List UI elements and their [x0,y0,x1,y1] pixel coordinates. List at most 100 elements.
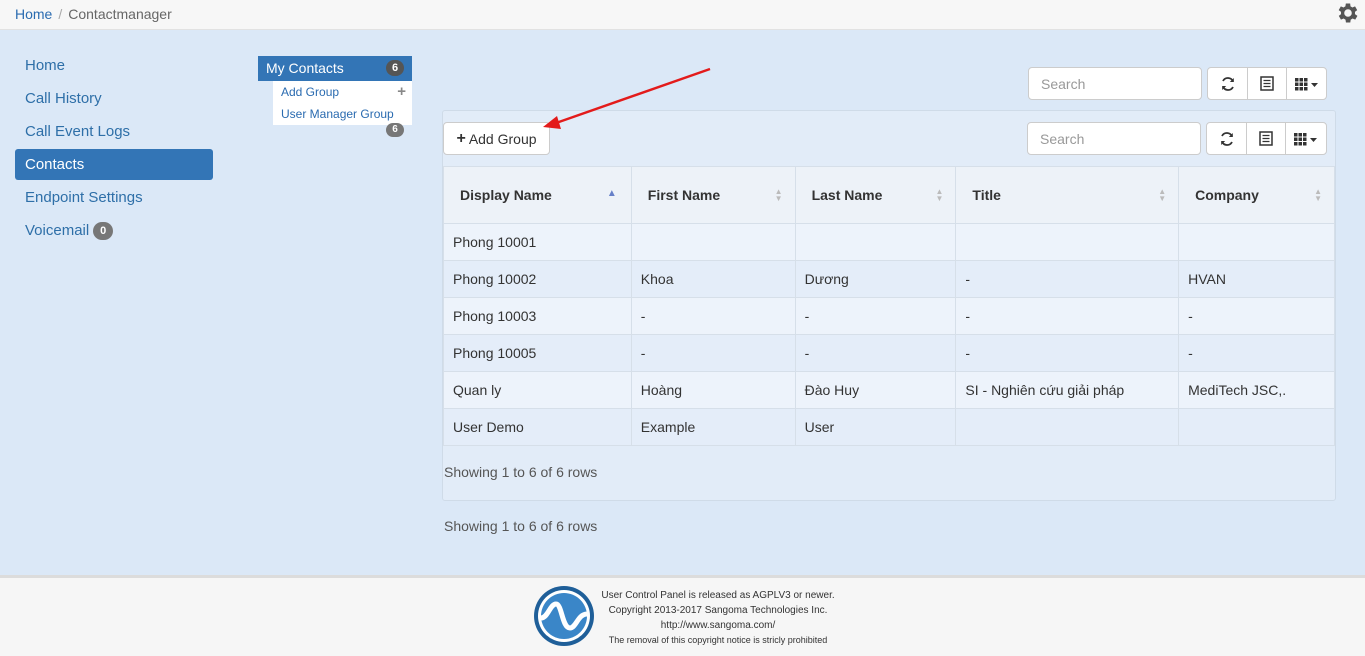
breadcrumb: Home / Contactmanager [15,6,172,22]
table-row[interactable]: Quan ly Hoàng Đào Huy SI - Nghiên cứu giải … [443,371,1335,409]
top-bar: Home / Contactmanager [0,0,1365,30]
cell-last-name: - [794,297,957,335]
cell-first-name: Example [630,408,796,446]
sort-icon: ▲ ▼ [935,187,944,203]
sort-ascending-icon: ▲ [606,188,617,199]
contact-groups-panel: My Contacts 6 Add Group + User Manager Gr… [258,56,412,137]
footer-copyright: User Control Panel is released as AGPLV3… [600,588,836,648]
columns-dropdown-button[interactable] [1285,122,1327,155]
cell-first-name: - [630,334,796,372]
sidebar-item-contacts[interactable]: Contacts [15,149,213,180]
plus-icon: + [456,129,466,147]
search-input[interactable] [1027,122,1201,155]
sidebar-item-call-event-logs[interactable]: Call Event Logs [15,116,213,147]
add-group-link[interactable]: Add Group + [273,81,412,103]
cell-last-name [794,223,957,261]
cell-last-name: Đào Huy [794,371,957,409]
table-row[interactable]: Phong 10001 [443,223,1335,261]
search-input-top[interactable] [1028,67,1202,100]
group-user-manager[interactable]: User Manager Group [273,103,412,125]
columns-grid-icon [1294,77,1318,90]
footer-link-website[interactable]: http://www.sangoma.com/ [600,618,836,633]
toggle-view-button[interactable] [1247,67,1287,100]
cell-title [955,408,1180,446]
cell-title: - [955,297,1180,335]
sidebar-item-endpoint-settings[interactable]: Endpoint Settings [15,182,213,213]
column-header-label: First Name [647,187,721,203]
gear-icon[interactable] [1335,0,1361,26]
plus-icon[interactable]: + [397,81,406,103]
sort-icon: ▲ ▼ [1314,187,1322,203]
refresh-button[interactable] [1207,67,1248,100]
column-header-label: Company [1195,187,1259,203]
cell-first-name: - [630,297,796,335]
cell-display-name: Phong 10003 [443,297,632,335]
cell-company: MediTech JSC,. [1178,371,1335,409]
cell-company [1178,223,1335,261]
group-user-manager-count-badge: 6 [386,123,404,137]
refresh-icon [1220,131,1233,146]
footer-line-notice: The removal of this copyright notice is … [608,635,828,645]
table-toolbar-top [1207,67,1327,100]
sidebar-item-call-history[interactable]: Call History [15,83,213,114]
cell-first-name: Khoa [630,260,796,298]
sort-icon: ▲ ▼ [1158,187,1167,203]
voicemail-count-badge: 0 [93,222,114,241]
sidebar-item-voicemail[interactable]: Voicemail 0 [15,215,213,246]
add-group-button[interactable]: + Add Group [443,122,550,155]
pagination-info: Showing 1 to 6 of 6 rows [444,464,598,480]
pagination-info-outer: Showing 1 to 6 of 6 rows [444,518,598,534]
table-header-row: Display Name ▲ First Name ▲ ▼ Last Name ▲ ▼ T… [443,166,1335,224]
cell-title [955,223,1180,261]
group-my-contacts[interactable]: My Contacts 6 [258,56,412,81]
cell-last-name: Dương [794,260,957,298]
cell-display-name: User Demo [443,408,632,446]
group-count-badge: 6 [386,60,404,76]
sidebar-item-home[interactable]: Home [15,50,213,81]
breadcrumb-separator: / [58,6,63,22]
cell-title: - [955,260,1180,298]
cell-company [1178,408,1335,446]
column-header-company[interactable]: Company ▲ ▼ [1178,166,1335,224]
columns-dropdown-button[interactable] [1286,67,1327,100]
breadcrumb-current: Contactmanager [68,6,172,22]
contacts-table: Display Name ▲ First Name ▲ ▼ Last Name ▲ ▼ T… [443,166,1335,446]
list-view-icon [1259,131,1273,146]
table-row[interactable]: Phong 10005- - - - [443,334,1335,372]
cell-last-name: - [794,334,957,372]
cell-first-name [630,223,796,261]
column-header-display-name[interactable]: Display Name ▲ [443,166,632,224]
cell-title: - [955,334,1180,372]
sidebar-nav: Home Call History Call Event Logs Contac… [15,50,213,248]
breadcrumb-home-link[interactable]: Home [15,6,52,22]
refresh-icon [1221,76,1234,91]
refresh-button[interactable] [1206,122,1247,155]
list-view-icon [1260,76,1274,91]
cell-first-name: Hoàng [630,371,796,409]
column-header-label: Last Name [811,187,883,203]
toggle-view-button[interactable] [1246,122,1286,155]
add-group-button-label: Add Group [468,130,537,147]
footer: User Control Panel is released as AGPLV3… [0,575,1365,656]
cell-display-name: Phong 10002 [443,260,632,298]
cell-title: SI - Nghiên cứu giải pháp [955,371,1180,409]
column-header-last-name[interactable]: Last Name ▲ ▼ [794,166,957,224]
cell-display-name: Quan ly [443,371,632,409]
column-header-label: Title [972,187,1001,203]
table-row[interactable]: Phong 10002 Khoa Dương - HVAN [443,260,1335,298]
cell-last-name: User [794,408,957,446]
column-header-first-name[interactable]: First Name ▲ ▼ [630,166,796,224]
table-row[interactable]: User Demo Example User [443,408,1335,446]
sort-icon: ▲ ▼ [774,187,783,203]
cell-company: - [1178,297,1335,335]
footer-line-copyright: Copyright 2013-2017 Sangoma Technologies… [608,605,828,616]
group-list: Add Group + User Manager Group [273,81,412,125]
cell-display-name: Phong 10001 [443,223,632,261]
sidebar-item-label: Voicemail [25,222,90,239]
footer-line-license: User Control Panel is released as AGPLV3… [601,590,835,601]
add-group-label: Add Group [281,85,340,99]
column-header-title[interactable]: Title ▲ ▼ [955,166,1180,224]
column-header-label: Display Name [460,187,552,203]
columns-grid-icon [1294,132,1317,145]
table-row[interactable]: Phong 10003- - - - [443,297,1335,335]
